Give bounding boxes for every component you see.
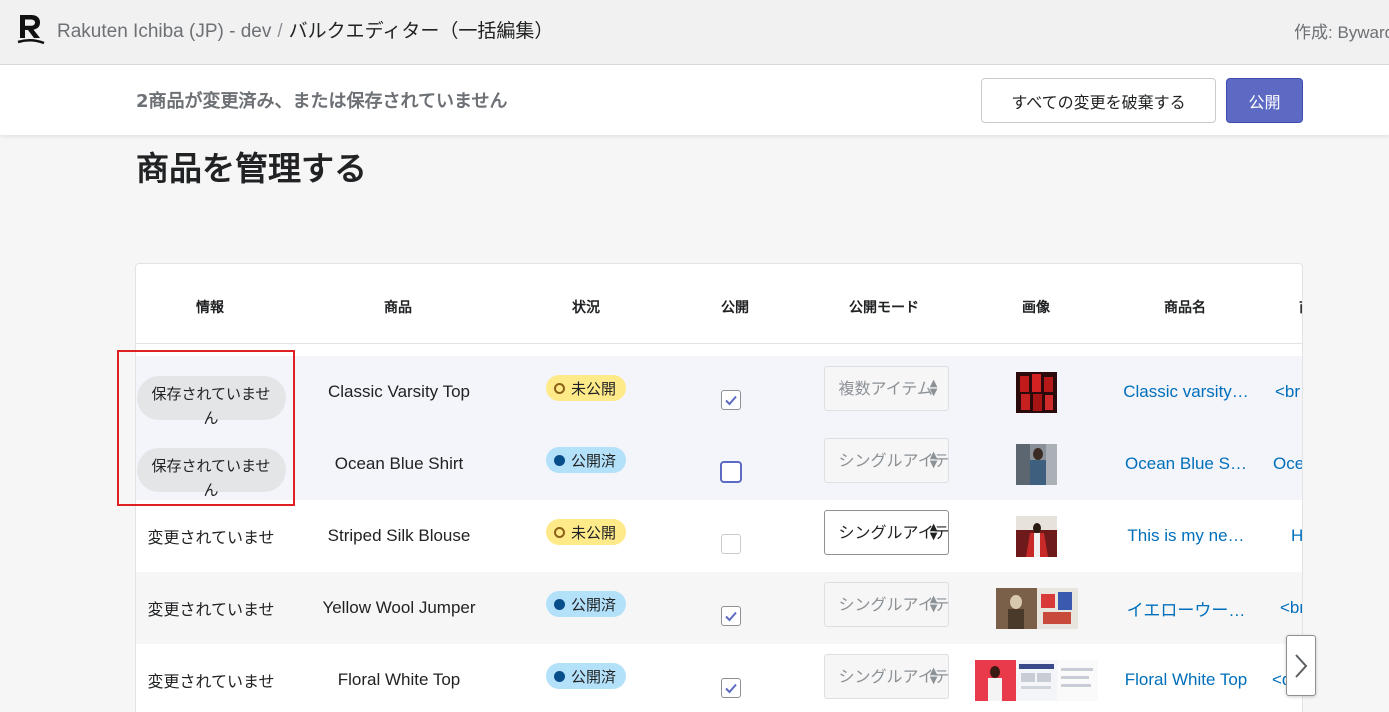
checkmark-icon xyxy=(725,611,737,622)
product-title[interactable]: Classic Varsity Top xyxy=(328,382,470,402)
column-header-product: 商品 xyxy=(384,300,412,316)
product-title[interactable]: Ocean Blue Shirt xyxy=(335,454,464,474)
status-label: 未公開 xyxy=(570,379,616,398)
unchanged-label: 変更されていませ xyxy=(147,528,275,547)
live-dot-icon xyxy=(553,598,565,610)
publish-mode-select[interactable]: シングルアイテム▲▼ xyxy=(823,437,949,483)
status-label: 公開済 xyxy=(570,595,616,614)
checkmark-icon xyxy=(725,683,737,694)
description-link[interactable]: <br xyxy=(1275,382,1300,402)
select-arrows-icon: ▲ ▼ xyxy=(929,665,938,686)
author-label: 作成: Byward xyxy=(1294,23,1389,42)
status-badge: 公開済 xyxy=(545,591,626,617)
status-badge: 公開済 xyxy=(545,447,626,473)
product-thumbnail[interactable] xyxy=(1015,515,1057,557)
status-badge: 未公開 xyxy=(545,375,626,401)
breadcrumb-store[interactable]: Rakuten Ichiba (JP) - dev xyxy=(57,21,271,42)
publish-mode-select[interactable]: 複数アイテム ▲ ▼ xyxy=(823,365,949,411)
product-name-link[interactable]: This is my ne… xyxy=(1127,526,1244,546)
published-checkbox[interactable] xyxy=(720,461,742,483)
chevron-right-icon xyxy=(1295,653,1308,678)
product-title[interactable]: Floral White Top xyxy=(338,670,461,690)
status-label: 未公開 xyxy=(570,523,616,542)
published-checkbox[interactable] xyxy=(721,390,741,410)
column-header-product-name: 商品名 xyxy=(1164,300,1206,316)
table-row[interactable]: 保存されていません Classic Varsity Top 未公開 複数アイテム… xyxy=(136,356,1302,428)
contextual-save-bar: 2商品が変更済み、または保存されていません すべての変更を破棄する 公開 xyxy=(0,65,1389,135)
product-table-card: 情報 商品 状況 公開 公開モード 画像 商品名 商 保存されていません Cla… xyxy=(135,263,1303,712)
top-header: Rakuten Ichiba (JP) - dev / バルクエディター（一括編集）… xyxy=(0,0,1389,65)
table-row[interactable]: 変更されていませ Striped Silk Blouse 未公開 シングルアイテ… xyxy=(136,500,1302,572)
breadcrumb: Rakuten Ichiba (JP) - dev / バルクエディター（一括編集） xyxy=(57,16,553,43)
breadcrumb-separator: / xyxy=(277,21,283,42)
publish-mode-select[interactable]: シングルアイテム▲▼ xyxy=(823,581,949,627)
description-link[interactable]: <br xyxy=(1280,598,1302,618)
status-label: 公開済 xyxy=(570,451,616,470)
draft-dot-icon xyxy=(553,526,565,538)
table-header: 情報 商品 状況 公開 公開モード 画像 商品名 商 xyxy=(136,264,1302,344)
product-thumbnail[interactable] xyxy=(1015,443,1057,485)
status-badge: 未公開 xyxy=(545,519,626,545)
publish-mode-select[interactable]: シングルアイテム▲▼ xyxy=(823,653,949,699)
product-name-link[interactable]: Floral White Top xyxy=(1125,670,1248,690)
select-arrows-icon: ▲ ▼ xyxy=(929,449,938,470)
product-name-link[interactable]: Ocean Blue S… xyxy=(1125,454,1247,474)
draft-dot-icon xyxy=(553,382,565,394)
column-header-image: 画像 xyxy=(1022,300,1050,316)
column-header-publish-mode: 公開モード xyxy=(849,300,919,316)
published-checkbox[interactable] xyxy=(721,534,741,554)
published-checkbox[interactable] xyxy=(721,606,741,626)
column-header-info: 情報 xyxy=(196,300,224,316)
product-thumbnail[interactable] xyxy=(1015,371,1057,413)
status-badge: 公開済 xyxy=(545,663,626,689)
description-link[interactable]: Oce xyxy=(1273,454,1302,474)
published-checkbox[interactable] xyxy=(721,678,741,698)
rakuten-logo-icon[interactable] xyxy=(16,12,46,46)
select-arrows-icon: ▲ ▼ xyxy=(929,521,938,542)
column-header-published: 公開 xyxy=(721,300,749,316)
unchanged-label: 変更されていませ xyxy=(147,600,275,619)
column-header-description: 商 xyxy=(1299,297,1302,317)
status-label: 公開済 xyxy=(570,667,616,686)
checkmark-icon xyxy=(725,395,737,406)
page-title: 商品を管理する xyxy=(136,149,367,188)
table-row[interactable]: 変更されていませ Yellow Wool Jumper 公開済 シングルアイテム… xyxy=(136,572,1302,644)
table-row[interactable]: 変更されていませ Floral White Top 公開済 シングルアイテム▲▼… xyxy=(136,644,1302,712)
product-title[interactable]: Yellow Wool Jumper xyxy=(322,598,475,618)
description-link[interactable]: H xyxy=(1291,526,1302,546)
table-row[interactable]: 保存されていません Ocean Blue Shirt 公開済 シングルアイテム▲… xyxy=(136,428,1302,500)
product-name-link[interactable]: Classic varsity… xyxy=(1123,382,1249,402)
select-arrows-icon: ▲ ▼ xyxy=(929,377,938,398)
select-arrows-icon: ▲ ▼ xyxy=(929,593,938,614)
discard-all-button[interactable]: すべての変更を破棄する xyxy=(981,78,1216,123)
publish-button[interactable]: 公開 xyxy=(1226,78,1303,123)
breadcrumb-current: バルクエディター（一括編集） xyxy=(288,21,554,42)
product-thumbnail[interactable] xyxy=(974,659,1098,701)
unchanged-label: 変更されていませ xyxy=(147,672,275,691)
publish-mode-value: 複数アイテム xyxy=(838,378,933,398)
publish-mode-select[interactable]: シングルアイテム▲▼ xyxy=(823,509,949,555)
column-header-status: 状況 xyxy=(572,300,600,316)
scroll-right-button[interactable] xyxy=(1286,635,1316,696)
live-dot-icon xyxy=(553,670,565,682)
product-title[interactable]: Striped Silk Blouse xyxy=(328,526,471,546)
highlight-box xyxy=(117,350,295,506)
live-dot-icon xyxy=(553,454,565,466)
product-name-link[interactable]: イエローウー… xyxy=(1127,596,1246,621)
product-thumbnail[interactable] xyxy=(996,587,1078,629)
unsaved-message: 2商品が変更済み、または保存されていません xyxy=(136,91,508,112)
